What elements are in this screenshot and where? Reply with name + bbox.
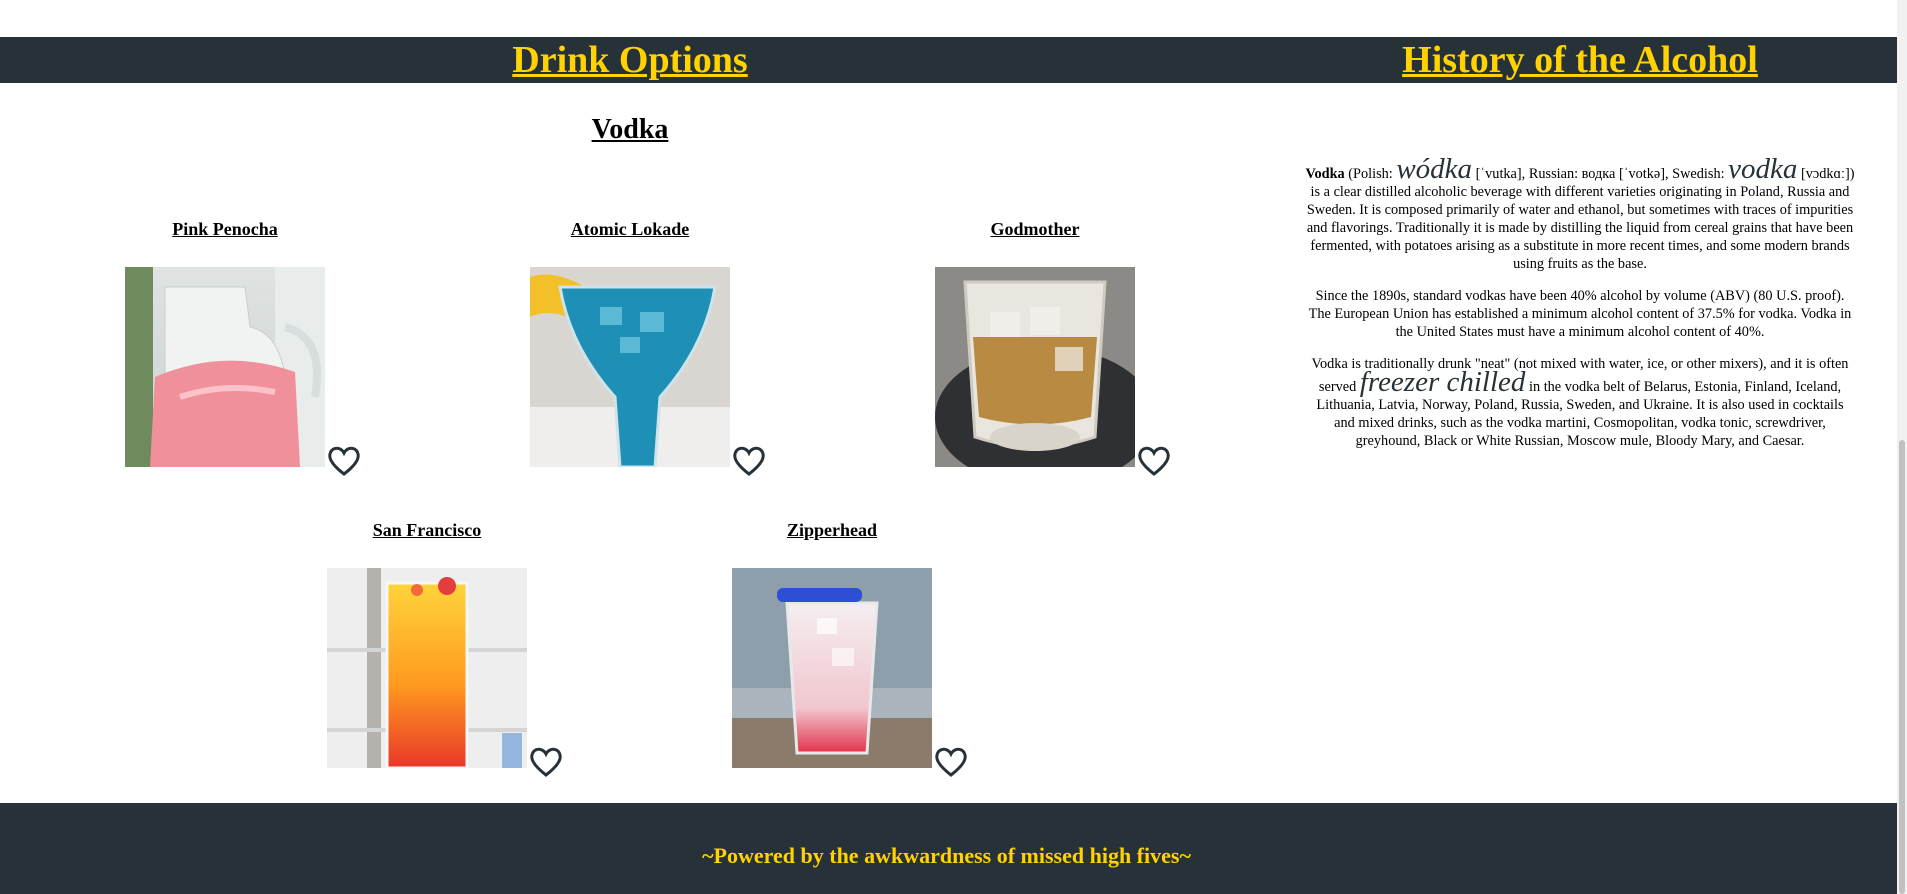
favorite-heart-icon[interactable]: [1137, 445, 1171, 477]
drink-name-link[interactable]: Godmother: [925, 219, 1145, 240]
history-lead: Vodka: [1305, 166, 1345, 182]
history-paragraph: Vodka is traditionally drunk "neat" (not…: [1305, 355, 1855, 450]
page-title: Vodka: [591, 114, 669, 145]
drink-image: [732, 568, 932, 768]
drink-image: [935, 267, 1135, 467]
favorite-heart-icon[interactable]: [327, 445, 361, 477]
history-text: (Polish:: [1344, 166, 1397, 182]
footer-text: ~Powered by the awkwardness of missed hi…: [702, 843, 1191, 868]
drink-name-link[interactable]: San Francisco: [317, 520, 537, 541]
drink-name-link[interactable]: Pink Penocha: [115, 219, 335, 240]
favorite-heart-icon[interactable]: [732, 445, 766, 477]
emphasis-text: freezer chilled: [1359, 366, 1526, 398]
swedish-word: vodka: [1728, 153, 1798, 185]
nav-history[interactable]: History of the Alcohol: [1305, 37, 1855, 83]
drink-name-link[interactable]: Zipperhead: [722, 520, 942, 541]
polish-word: wódka: [1396, 153, 1473, 185]
drink-image: [125, 267, 325, 467]
history-paragraph: Vodka (Polish: wódka [ˈvutka], Russian: …: [1305, 155, 1855, 273]
history-text: [ˈvutka], Russian: водка [ˈvotkə], Swedi…: [1472, 166, 1729, 182]
favorite-heart-icon[interactable]: [934, 746, 968, 778]
drink-image: [530, 267, 730, 467]
drink-name-link[interactable]: Atomic Lokade: [520, 219, 740, 240]
scrollbar-thumb[interactable]: [1899, 440, 1905, 894]
history-paragraph: Since the 1890s, standard vodkas have be…: [1308, 288, 1852, 340]
history-panel: Vodka (Polish: wódka [ˈvutka], Russian: …: [1305, 155, 1855, 464]
drink-image: [327, 568, 527, 768]
nav-drink-options[interactable]: Drink Options: [300, 37, 960, 83]
favorite-heart-icon[interactable]: [529, 746, 563, 778]
